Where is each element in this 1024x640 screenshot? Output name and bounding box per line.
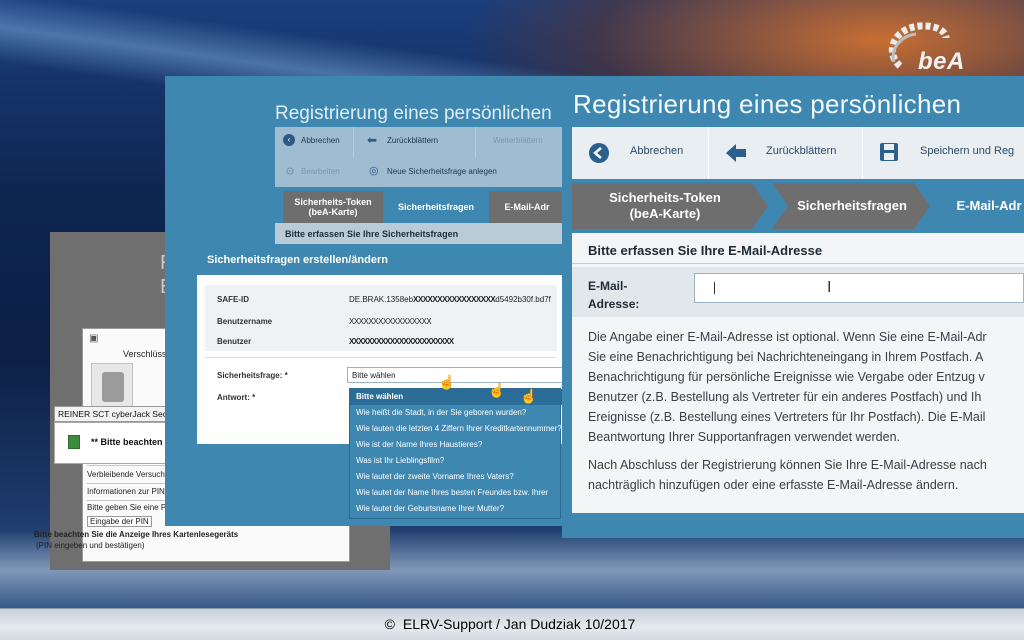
- pin-hint: (PIN eingeben und bestätigen): [36, 541, 145, 550]
- section-heading: Bitte erfassen Sie Ihre Sicherheitsfrage…: [275, 223, 565, 245]
- pin-popup-text: ** Bitte beachten: [91, 437, 163, 447]
- pin-info-line: Bitte geben Sie eine PIN: [87, 503, 175, 512]
- divider: [353, 127, 354, 157]
- pin-popup: ** Bitte beachten: [54, 422, 170, 464]
- divider: [87, 483, 169, 484]
- safe-id-prefix: DE.BRAK.1358eb: [349, 295, 414, 304]
- info-paragraph: Nach Abschluss der Registrierung können …: [588, 458, 987, 492]
- answer-label: Antwort: *: [217, 393, 256, 402]
- safe-id-mask: XXXXXXXXXXXXXXXXX: [413, 295, 496, 304]
- email-label: E-Mail- Adresse:: [588, 279, 640, 311]
- dialog-title: Sicherheitsfragen erstellen/ändern: [197, 245, 565, 275]
- edit-button[interactable]: Bearbeiten: [301, 167, 340, 176]
- page-title: Registrierung eines persönlichen: [573, 89, 962, 119]
- gear-icon: ⚙: [285, 166, 295, 178]
- username-value: XXXXXXXXXXXXXXXXX: [349, 317, 432, 326]
- dropdown-option[interactable]: Wie lauten die letzten 4 Ziffern Ihrer K…: [350, 421, 562, 437]
- back-page-button[interactable]: Zurückblättern: [766, 145, 836, 157]
- calculator-icon: [68, 435, 80, 449]
- divider: [205, 357, 557, 358]
- step-email: E-Mail-Adr: [956, 198, 1022, 213]
- dropdown-option[interactable]: Wie lautet der zweite Vorname Ihres Vate…: [350, 469, 562, 485]
- lifebuoy-icon: ◎: [369, 165, 379, 177]
- toolbar: Abbrechen Zurückblättern Speichern und R…: [572, 127, 1024, 179]
- username-label: Benutzername: [217, 317, 273, 326]
- divider: [708, 127, 709, 179]
- divider: [862, 127, 863, 179]
- email-input[interactable]: [694, 273, 1024, 303]
- safe-id-suffix: d5492b30f.bd7f: [495, 295, 551, 304]
- toolbar: ‹ Abbrechen ⬅ Zurückblättern Weiterblätt…: [275, 127, 565, 187]
- card-reader-photo-icon: [91, 363, 133, 409]
- security-question-label: Sicherheitsfrage: *: [217, 371, 288, 380]
- email-form: Bitte erfassen Sie Ihre E-Mail-Adresse E…: [572, 233, 1024, 513]
- hand-cursor-icon: ☝: [438, 374, 456, 390]
- hand-cursor-icon: ☝: [520, 388, 538, 404]
- back-circle-icon: ‹: [283, 134, 295, 146]
- email-window: Registrierung eines persönlichen Abbrech…: [562, 76, 1024, 538]
- step-security-token: Sicherheits-Token (beA-Karte): [609, 190, 721, 221]
- arrow-left-icon: [726, 144, 746, 162]
- dropdown-option[interactable]: Wie heißt die Stadt, in der Sie geboren …: [350, 405, 562, 421]
- wizard-steps: Sicherheits-Token (beA-Karte) Sicherheit…: [572, 183, 1024, 229]
- card-reader-icon: ▣: [89, 333, 99, 344]
- divider: [475, 127, 476, 157]
- divider: [572, 263, 1024, 264]
- cancel-button[interactable]: Abbrechen: [630, 145, 683, 157]
- cancel-button[interactable]: Abbrechen: [301, 136, 340, 145]
- dropdown-option[interactable]: Wie lautet der Name Ihres besten Freunde…: [350, 485, 562, 501]
- user-value: XXXXXXXXXXXXXXXXXXXXXXX: [349, 337, 454, 346]
- pin-hint-bold: Bitte beachten Sie die Anzeige Ihres Kar…: [34, 530, 239, 539]
- ibeam-cursor-icon: I: [827, 279, 832, 296]
- user-label: Benutzer: [217, 337, 252, 346]
- step-security-questions: Sicherheitsfragen: [797, 198, 907, 213]
- step-security-questions: Sicherheitsfragen: [387, 191, 485, 223]
- pin-dialog-title: Verschlüss: [123, 349, 167, 359]
- dropdown-option[interactable]: Wie ist der Name Ihres Haustieres?: [350, 437, 562, 453]
- copyright-symbol: ©: [384, 616, 395, 632]
- safe-id-label: SAFE-ID: [217, 295, 249, 304]
- section-heading: Bitte erfassen Sie Ihre E-Mail-Adresse: [588, 243, 823, 258]
- dropdown-option[interactable]: Wie lautet der Geburtsname Ihrer Mutter?: [350, 501, 562, 517]
- info-paragraph: Die Angabe einer E-Mail-Adresse ist opti…: [588, 330, 987, 444]
- forward-page-button[interactable]: Weiterblättern: [493, 136, 543, 145]
- safe-id-value: DE.BRAK.1358ebXXXXXXXXXXXXXXXXXd5492b30f…: [349, 295, 551, 304]
- arrow-left-icon: ⬅: [367, 133, 378, 147]
- hand-cursor-icon: ☝: [488, 382, 506, 398]
- account-info: SAFE-ID DE.BRAK.1358ebXXXXXXXXXXXXXXXXXd…: [205, 285, 557, 351]
- back-page-button[interactable]: Zurückblättern: [387, 136, 438, 145]
- wizard-steps: Sicherheits-Token (beA-Karte) Sicherheit…: [275, 191, 565, 223]
- pin-entry-field[interactable]: Eingabe der PIN: [87, 516, 152, 527]
- save-disk-icon: [880, 143, 898, 161]
- reiner-reader-titlebar: REINER SCT cyberJack Secoder 6: [54, 406, 170, 422]
- step-email: E-Mail-Adr: [489, 191, 565, 223]
- back-circle-icon: [589, 143, 609, 163]
- page-title: Registrierung eines persönlichen: [275, 103, 552, 124]
- new-question-button[interactable]: Neue Sicherheitsfrage anlegen: [387, 167, 497, 176]
- bea-logo-text: beA: [918, 48, 965, 75]
- security-question-dropdown: Bitte wählen Wie heißt die Stadt, in der…: [349, 388, 562, 519]
- text-caret: [714, 282, 715, 294]
- save-and-register-button[interactable]: Speichern und Reg: [920, 145, 1014, 157]
- step-security-token: Sicherheits-Token (beA-Karte): [283, 191, 383, 223]
- divider: [87, 500, 169, 501]
- footer-credit: ELRV-Support / Jan Dudziak 10/2017: [402, 616, 636, 632]
- divider: [87, 465, 169, 466]
- footer-text: © ELRV-Support / Jan Dudziak 10/2017: [0, 616, 1024, 632]
- dropdown-option[interactable]: Was ist Ihr Lieblingsfilm?: [350, 453, 562, 469]
- pin-info-line: Informationen zur PIN:: [87, 487, 168, 496]
